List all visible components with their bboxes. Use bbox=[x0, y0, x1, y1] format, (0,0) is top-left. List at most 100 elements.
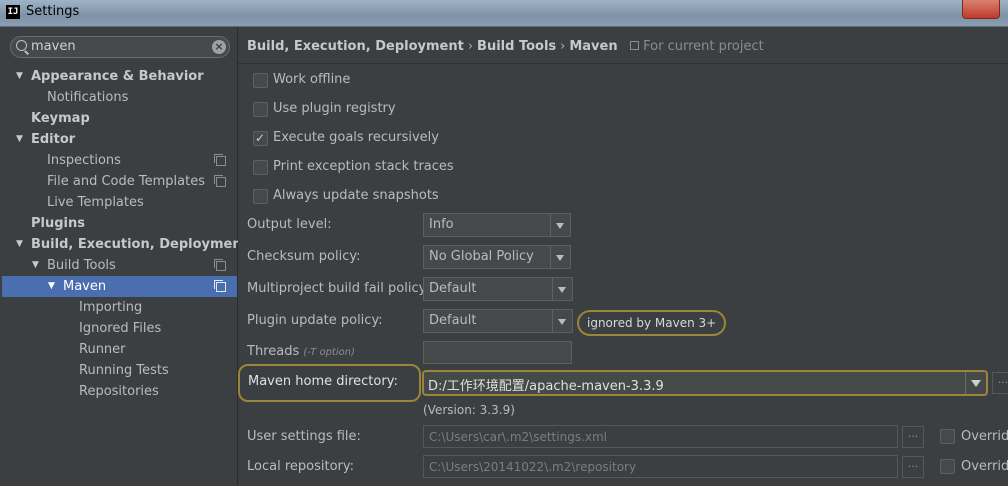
checkbox-box[interactable] bbox=[940, 429, 955, 444]
breadcrumb-separator: › bbox=[467, 39, 474, 54]
checkbox-label: Execute goals recursively bbox=[273, 130, 439, 145]
project-scope: For current project bbox=[630, 39, 764, 54]
chevron-down-icon[interactable] bbox=[552, 310, 572, 332]
local-repository-value: C:\Users\20141022\.m2\repository bbox=[429, 460, 637, 474]
expand-arrow-icon[interactable]: ▼ bbox=[32, 255, 39, 276]
window-titlebar: IJ Settings bbox=[0, 0, 1008, 27]
breadcrumb-separator: › bbox=[560, 39, 566, 54]
maven-home-select[interactable]: D:/工作环境配置/apache-maven-3.3.9 bbox=[422, 370, 988, 396]
breadcrumb-item: Build Tools bbox=[477, 39, 557, 54]
user-settings-input[interactable]: C:\Users\car\.m2\settings.xml bbox=[423, 425, 898, 448]
local-repository-label: Local repository: bbox=[247, 459, 354, 474]
plugin-update-policy-label: Plugin update policy: bbox=[247, 313, 383, 328]
expand-arrow-icon[interactable]: ▼ bbox=[16, 66, 23, 87]
tree-appearance-behavior[interactable]: ▼ Appearance & Behavior bbox=[0, 66, 237, 87]
tree-notifications[interactable]: Notifications bbox=[0, 87, 237, 108]
checkbox-box[interactable] bbox=[940, 459, 955, 474]
tree-item-label: Notifications bbox=[47, 90, 129, 105]
maven-settings-panel: Build, Execution, Deployment › Build Tools… bbox=[238, 27, 1008, 486]
chevron-down-icon[interactable] bbox=[550, 246, 570, 268]
tree-editor[interactable]: ▼ Editor bbox=[0, 129, 237, 150]
checkbox-label: Use plugin registry bbox=[273, 101, 396, 116]
project-scope-icon bbox=[214, 259, 226, 271]
tree-item-label: Editor bbox=[31, 132, 76, 147]
project-scope-icon bbox=[214, 175, 226, 187]
tree-plugins[interactable]: Plugins bbox=[0, 213, 237, 234]
settings-tree: ▼ Appearance & Behavior Notifications Keyma… bbox=[0, 66, 248, 402]
tree-running-tests[interactable]: Running Tests bbox=[0, 360, 237, 381]
maven-home-value: D:/工作环境配置/apache-maven-3.3.9 bbox=[428, 379, 664, 394]
tree-item-label: Repositories bbox=[79, 384, 159, 399]
project-scope-icon bbox=[630, 41, 640, 50]
threads-label: Threads (-T option) bbox=[247, 342, 355, 362]
override-label: Override bbox=[961, 459, 1008, 474]
maven-home-label: Maven home directory: bbox=[248, 374, 398, 389]
select-value: Default bbox=[429, 281, 477, 296]
tree-item-label: Build, Execution, Deployment bbox=[31, 237, 248, 252]
tree-live-templates[interactable]: Live Templates bbox=[0, 192, 237, 213]
select-value: Info bbox=[429, 217, 454, 232]
browse-maven-home-button[interactable]: ... bbox=[992, 372, 1008, 394]
chevron-down-icon[interactable] bbox=[552, 278, 572, 300]
checksum-policy-select[interactable]: No Global Policy bbox=[423, 245, 571, 269]
window-title: Settings bbox=[26, 4, 80, 19]
local-repository-input[interactable]: C:\Users\20141022\.m2\repository bbox=[423, 455, 898, 478]
checkbox-label: Work offline bbox=[273, 72, 351, 87]
expand-arrow-icon[interactable]: ▼ bbox=[16, 129, 23, 150]
intellij-app-icon: IJ bbox=[6, 5, 20, 19]
tree-keymap[interactable]: Keymap bbox=[0, 108, 237, 129]
checksum-policy-label: Checksum policy: bbox=[247, 249, 361, 264]
checkbox-box[interactable] bbox=[253, 189, 268, 204]
chevron-down-icon[interactable] bbox=[550, 214, 570, 236]
settings-sidebar: × ▼ Appearance & Behavior Notifications Key… bbox=[0, 27, 248, 486]
threads-input[interactable] bbox=[423, 341, 572, 364]
tree-repositories[interactable]: Repositories bbox=[0, 381, 237, 402]
checkbox-box[interactable] bbox=[253, 160, 268, 175]
chevron-down-icon[interactable] bbox=[965, 372, 986, 394]
tree-ignored-files[interactable]: Ignored Files bbox=[0, 318, 237, 339]
output-level-select[interactable]: Info bbox=[423, 213, 571, 237]
expand-arrow-icon[interactable]: ▼ bbox=[16, 234, 23, 255]
tree-item-label: Importing bbox=[79, 300, 143, 315]
checkbox-box[interactable] bbox=[253, 129, 268, 147]
browse-user-settings-button[interactable]: ... bbox=[902, 426, 924, 448]
tree-item-label: Keymap bbox=[31, 111, 90, 126]
select-value: Default bbox=[429, 313, 477, 328]
maven-home-label-box: Maven home directory: bbox=[238, 364, 421, 402]
browse-local-repository-button[interactable]: ... bbox=[902, 456, 924, 478]
plugin-update-policy-select[interactable]: Default bbox=[423, 309, 573, 333]
multiproject-fail-policy-label: Multiproject build fail policy: bbox=[247, 281, 430, 296]
breadcrumb: Build, Execution, Deployment › Build Tools… bbox=[247, 39, 764, 54]
tree-inspections[interactable]: Inspections bbox=[0, 150, 237, 171]
search-icon bbox=[16, 40, 27, 51]
window-close-button[interactable] bbox=[962, 0, 1000, 19]
tree-item-label: Inspections bbox=[47, 153, 121, 168]
tree-maven[interactable]: ▼ Maven bbox=[2, 276, 237, 297]
tree-build-execution-deployment[interactable]: ▼ Build, Execution, Deployment bbox=[0, 234, 248, 255]
project-scope-icon bbox=[214, 154, 226, 166]
tree-file-code-templates[interactable]: File and Code Templates bbox=[0, 171, 237, 192]
clear-search-icon[interactable]: × bbox=[212, 40, 226, 54]
checkbox-box[interactable] bbox=[253, 73, 268, 88]
tree-build-tools[interactable]: ▼ Build Tools bbox=[0, 255, 237, 276]
tree-item-label: File and Code Templates bbox=[47, 174, 205, 189]
multiproject-fail-policy-select[interactable]: Default bbox=[423, 277, 573, 301]
project-scope-label: For current project bbox=[643, 39, 764, 54]
search-input[interactable] bbox=[31, 38, 201, 54]
override-label: Override bbox=[961, 429, 1008, 444]
user-settings-label: User settings file: bbox=[247, 429, 361, 444]
ignored-by-maven3-note: ignored by Maven 3+ bbox=[577, 310, 727, 336]
tree-item-label: Appearance & Behavior bbox=[31, 69, 204, 84]
tree-item-label: Running Tests bbox=[79, 363, 169, 378]
tree-item-label: Build Tools bbox=[47, 258, 116, 273]
threads-hint: (-T option) bbox=[303, 347, 355, 358]
tree-item-label: Ignored Files bbox=[79, 321, 162, 336]
output-level-label: Output level: bbox=[247, 217, 332, 232]
checkbox-box[interactable] bbox=[253, 102, 268, 117]
tree-importing[interactable]: Importing bbox=[0, 297, 237, 318]
tree-runner[interactable]: Runner bbox=[0, 339, 237, 360]
expand-arrow-icon[interactable]: ▼ bbox=[48, 276, 55, 297]
header-divider bbox=[238, 63, 1008, 64]
breadcrumb-item: Build, Execution, Deployment bbox=[247, 39, 464, 54]
settings-search-box[interactable]: × bbox=[10, 36, 230, 58]
